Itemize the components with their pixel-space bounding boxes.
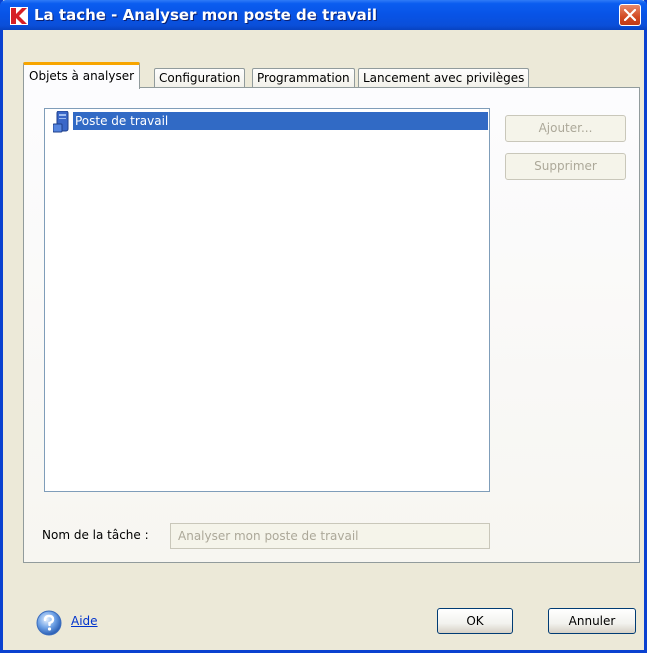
tab-lancement-avec-privileges[interactable]: Lancement avec privilèges [358,68,530,87]
computer-icon [53,111,69,133]
tab-programmation[interactable]: Programmation [252,68,355,87]
help-icon[interactable] [36,610,62,636]
tab-configuration[interactable]: Configuration [154,68,246,87]
help-link[interactable]: Aide [71,614,98,628]
cancel-button[interactable]: Annuler [548,608,636,634]
ok-button[interactable]: OK [437,608,513,634]
objects-list[interactable]: Poste de travail [44,108,490,492]
close-icon [624,9,636,21]
task-dialog: La tache - Analyser mon poste de travail… [0,0,647,653]
tab-objets-a-analyser[interactable]: Objets à analyser [23,62,141,89]
task-name-input[interactable]: Analyser mon poste de travail [170,523,490,549]
remove-button[interactable]: Supprimer [505,153,626,180]
task-name-label: Nom de la tâche : [42,528,149,542]
list-item-label: Poste de travail [75,114,169,128]
tab-panel: Poste de travail Ajouter... Supprimer No… [23,87,640,563]
close-button[interactable] [619,4,641,26]
window-title: La tache - Analyser mon poste de travail [34,6,378,24]
add-button[interactable]: Ajouter... [505,115,626,142]
title-bar[interactable]: La tache - Analyser mon poste de travail [0,0,647,30]
list-item[interactable]: Poste de travail [73,112,488,130]
kaspersky-logo-icon [10,7,28,25]
